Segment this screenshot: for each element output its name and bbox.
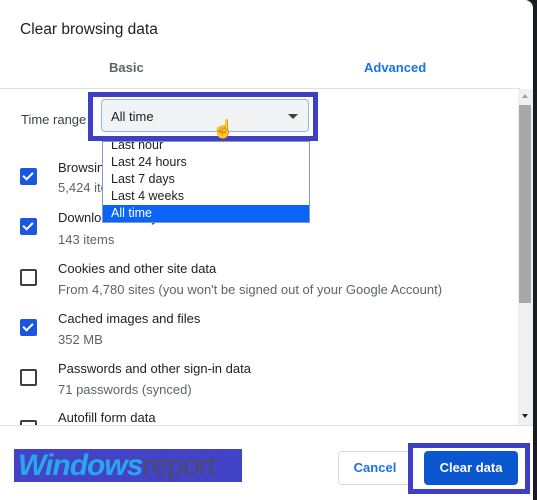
scrollbar[interactable] (518, 89, 533, 425)
list-item-cookies: Cookies and other site data From 4,780 s… (0, 254, 518, 304)
cookies-checkbox[interactable] (20, 269, 37, 286)
footer-divider (0, 425, 533, 426)
item-subtitle: From 4,780 sites (you won't be signed ou… (58, 282, 443, 297)
logo-text-report: report (142, 449, 215, 482)
item-title: Passwords and other sign-in data (58, 361, 251, 376)
dropdown-option-last-4-weeks[interactable]: Last 4 weeks (103, 188, 309, 205)
time-range-value: All time (111, 109, 154, 124)
cancel-button[interactable]: Cancel (338, 451, 412, 485)
scroll-up-arrow-icon[interactable] (522, 94, 528, 98)
passwords-checkbox[interactable] (20, 369, 37, 386)
clear-browsing-data-dialog: Clear browsing data Basic Advanced Time … (0, 0, 533, 500)
cached-images-checkbox[interactable] (20, 319, 37, 336)
chevron-down-icon (288, 114, 298, 119)
scroll-down-arrow-icon[interactable] (522, 414, 528, 418)
item-title: Cached images and files (58, 311, 201, 326)
dropdown-option-last-hour[interactable]: Last hour (103, 142, 309, 154)
logo-text-windows: Windows (18, 449, 143, 482)
list-item-passwords: Passwords and other sign-in data 71 pass… (0, 354, 518, 404)
dialog-title: Clear browsing data (20, 21, 158, 38)
time-range-dropdown: Last hour Last 24 hours Last 7 days Last… (102, 141, 310, 223)
dropdown-option-last-7-days[interactable]: Last 7 days (103, 171, 309, 188)
item-subtitle: 143 items (58, 232, 115, 247)
windows-report-logo: Windowsreport (14, 449, 242, 482)
tab-basic[interactable]: Basic (109, 60, 144, 75)
clear-data-button[interactable]: Clear data (424, 451, 518, 485)
item-title: Cookies and other site data (58, 261, 217, 276)
list-item-cached-images: Cached images and files 352 MB (0, 304, 518, 354)
scrollbar-thumb[interactable] (519, 105, 531, 303)
tab-advanced[interactable]: Advanced (364, 60, 426, 75)
dropdown-option-all-time[interactable]: All time (103, 205, 309, 222)
item-subtitle: 352 MB (58, 332, 103, 347)
time-range-label: Time range (21, 112, 87, 127)
download-history-checkbox[interactable] (20, 218, 37, 235)
hand-cursor-icon: ☝ (212, 119, 235, 139)
item-subtitle: 71 passwords (synced) (58, 382, 192, 397)
time-range-select[interactable]: All time (101, 99, 309, 132)
list-item-autofill: Autofill form data (0, 404, 518, 425)
item-title: Autofill form data (58, 410, 156, 425)
browsing-history-checkbox[interactable] (20, 168, 37, 185)
settings-list: Time range All time ☝ Last hour Last 24 … (0, 89, 518, 425)
dropdown-option-last-24-hours[interactable]: Last 24 hours (103, 154, 309, 171)
